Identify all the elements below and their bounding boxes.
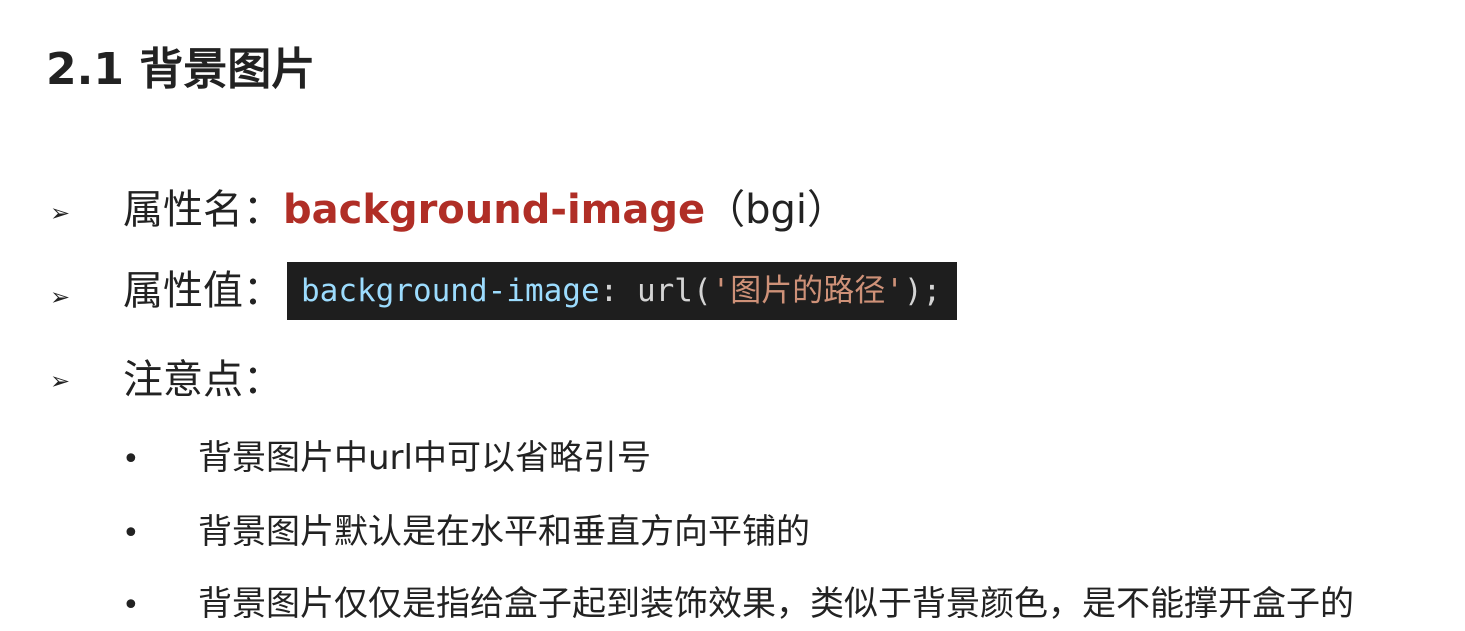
note-item: 背景图片中url中可以省略引号 [198,438,651,478]
property-value-label: 属性值： [123,268,283,314]
dot-bullet-icon: • [122,442,140,477]
property-value-row: 属性值： background-image: url('图片的路径'); [123,262,958,320]
code-colon: : [599,273,637,309]
property-name-abbreviation: （bgi） [705,187,848,233]
property-name-label: 属性名： [123,187,283,233]
code-string: '图片的路径' [711,273,904,309]
arrow-bullet-icon: ➢ [50,367,71,395]
code-function: url( [636,273,712,309]
note-item: 背景图片仅仅是指给盒子起到装饰效果，类似于背景颜色，是不能撑开盒子的 [198,584,1354,624]
note-item: 背景图片默认是在水平和垂直方向平铺的 [198,512,810,552]
notes-label: 注意点： [123,357,283,403]
code-end: ); [903,273,942,309]
arrow-bullet-icon: ➢ [50,283,71,311]
dot-bullet-icon: • [122,588,140,623]
property-name-value: background-image [283,187,706,233]
arrow-bullet-icon: ➢ [50,199,71,227]
property-name-row: 属性名： background-image （bgi） [123,184,847,236]
section-heading: 2.1 背景图片 [46,44,316,95]
code-snippet: background-image: url('图片的路径'); [287,262,958,320]
dot-bullet-icon: • [122,516,140,551]
notes-row: 注意点： [123,354,283,406]
code-property: background-image [301,273,600,309]
